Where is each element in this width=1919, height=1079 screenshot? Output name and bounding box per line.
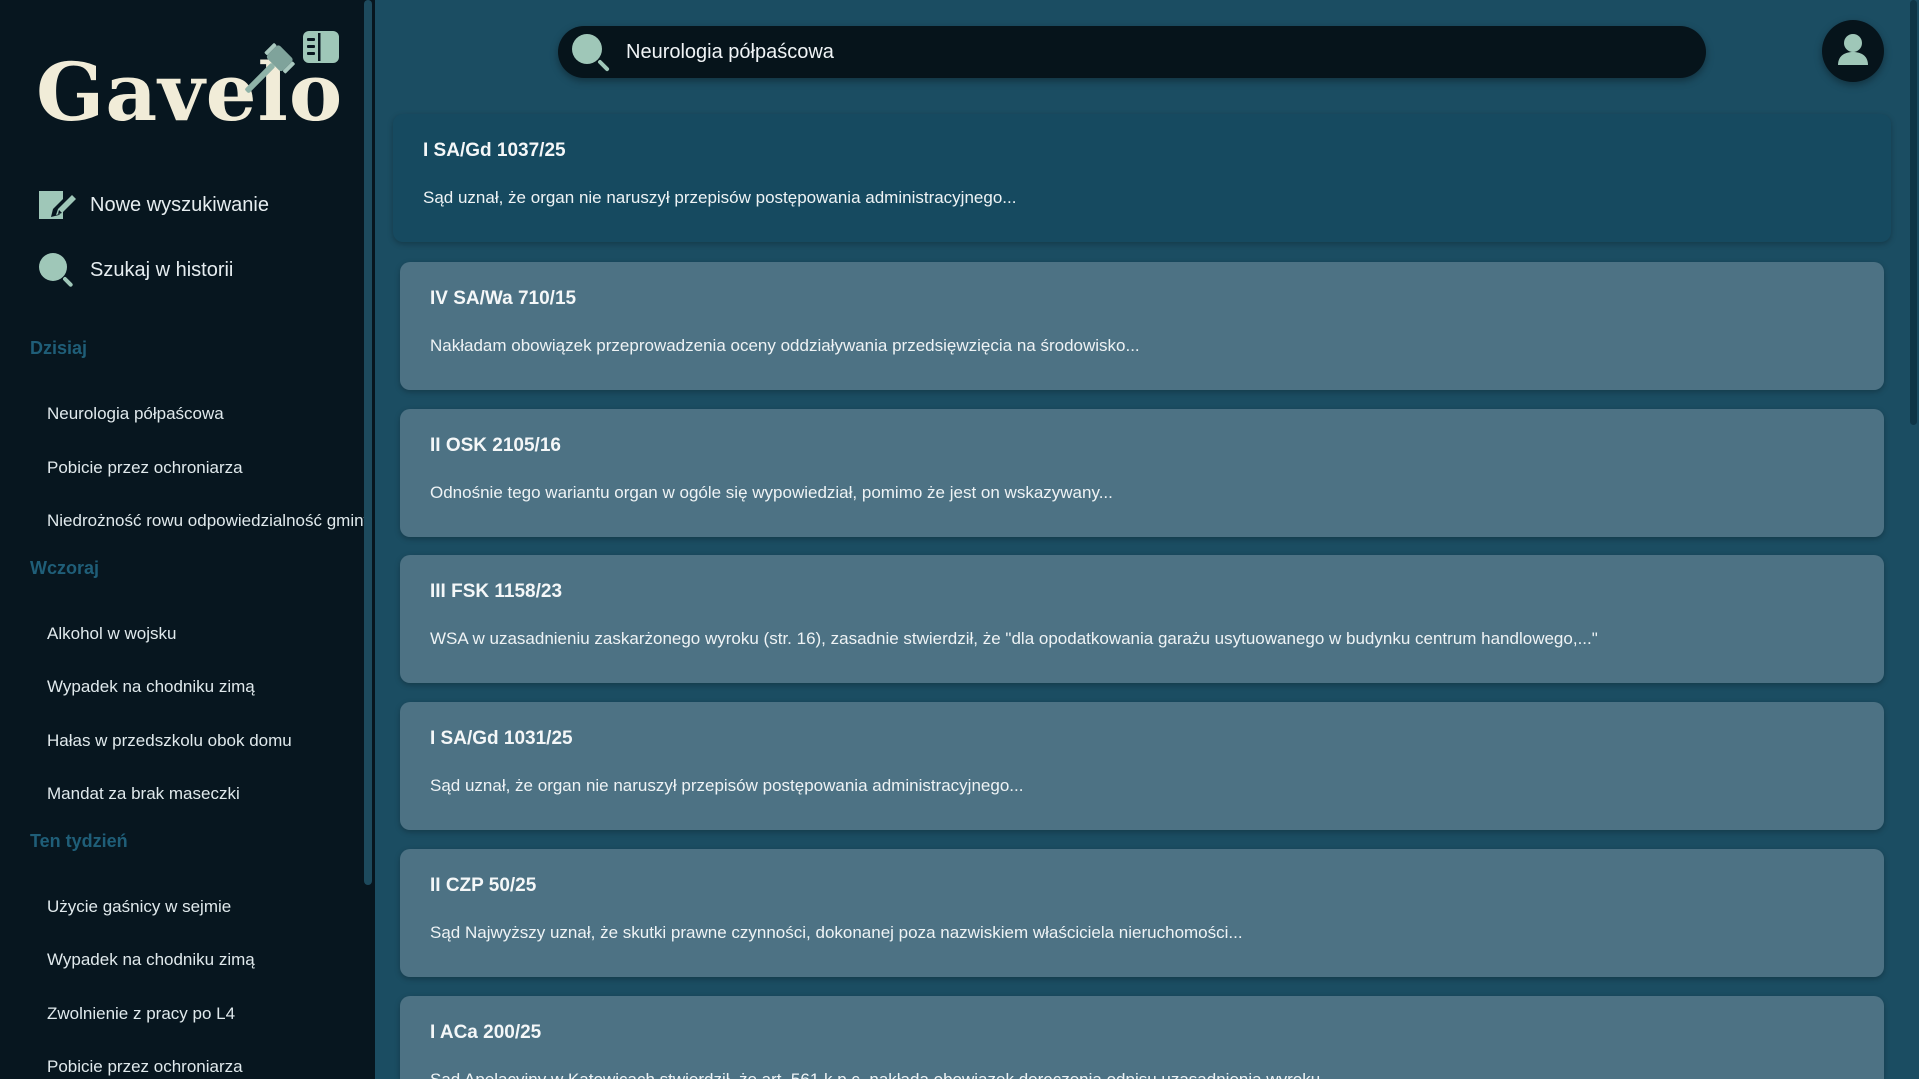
case-signature: I SA/Gd 1037/25 (423, 140, 566, 161)
history-item[interactable]: Użycie gaśnicy w sejmie (47, 897, 231, 917)
case-snippet: Nakładam obowiązek przeprowadzenia oceny… (430, 336, 1140, 355)
section-title-this-week: Ten tydzień (30, 831, 128, 851)
search-icon (572, 34, 610, 72)
case-signature: III FSK 1158/23 (430, 581, 563, 602)
result-card[interactable]: I ACa 200/25 Sąd Apelacyjny w Katowicach… (400, 996, 1884, 1079)
case-signature: II CZP 50/25 (430, 875, 537, 896)
gavel-icon (245, 43, 295, 93)
result-card[interactable]: II OSK 2105/16 Odnośnie tego wariantu or… (400, 409, 1884, 537)
history-item[interactable]: Wypadek na chodniku zimą (47, 677, 255, 697)
search-history-button[interactable]: Szukaj w historii (36, 250, 233, 290)
case-snippet: Sąd Apelacyjny w Katowicach stwierdził, … (430, 1070, 1854, 1079)
result-card[interactable]: III FSK 1158/23 WSA w uzasadnieniu zaska… (400, 555, 1884, 683)
history-item[interactable]: Hałas w przedszkolu obok domu (47, 731, 292, 751)
history-item[interactable]: Pobicie przez ochroniarza (47, 1057, 243, 1077)
user-avatar-button[interactable] (1822, 20, 1884, 82)
history-item[interactable]: Mandat za brak maseczki (47, 784, 240, 804)
user-icon (1838, 34, 1868, 65)
search-icon (39, 253, 73, 287)
search-input[interactable] (626, 40, 1706, 64)
search-history-label: Szukaj w historii (90, 258, 234, 281)
history-item[interactable]: Wypadek na chodniku zimą (47, 950, 255, 970)
result-card[interactable]: IV SA/Wa 710/15 Nakładam obowiązek przep… (400, 262, 1884, 390)
sidebar: Gavelo Nowe wyszukiwanie Szukaj w histor… (0, 0, 375, 1079)
case-snippet: Odnośnie tego wariantu organ w ogóle się… (430, 483, 1113, 502)
result-card[interactable]: I SA/Gd 1031/25 Sąd uznał, że organ nie … (400, 702, 1884, 830)
new-search-button[interactable]: Nowe wyszukiwanie (36, 185, 269, 225)
case-signature: II OSK 2105/16 (430, 435, 561, 456)
case-signature: I ACa 200/25 (430, 1022, 542, 1043)
sidebar-toggle-icon[interactable] (302, 30, 340, 64)
history-item[interactable]: Niedrożność rowu odpowiedzialność gminy (47, 511, 372, 531)
search-bar (558, 26, 1706, 78)
history-item[interactable]: Alkohol w wojsku (47, 624, 176, 644)
edit-note-icon (39, 191, 76, 219)
history-item[interactable]: Pobicie przez ochroniarza (47, 458, 243, 478)
section-title-today: Dzisiaj (30, 338, 88, 358)
result-card[interactable]: I SA/Gd 1037/25 Sąd uznał, że organ nie … (393, 114, 1891, 242)
new-search-label: Nowe wyszukiwanie (90, 193, 269, 216)
history-item[interactable]: Neurologia półpaścowa (47, 404, 224, 424)
case-snippet: Sąd Najwyższy uznał, że skutki prawne cz… (430, 923, 1243, 942)
case-signature: IV SA/Wa 710/15 (430, 288, 577, 309)
case-snippet: WSA w uzasadnieniu zaskarżonego wyroku (… (430, 629, 1598, 648)
main-scrollbar[interactable] (1910, 0, 1917, 425)
sidebar-scrollbar[interactable] (364, 0, 372, 885)
case-snippet: Sąd uznał, że organ nie naruszył przepis… (423, 188, 1017, 207)
history-item[interactable]: Zwolnienie z pracy po L4 (47, 1004, 235, 1024)
case-snippet: Sąd uznał, że organ nie naruszył przepis… (430, 776, 1024, 795)
result-card[interactable]: II CZP 50/25 Sąd Najwyższy uznał, że sku… (400, 849, 1884, 977)
case-signature: I SA/Gd 1031/25 (430, 728, 573, 749)
section-title-yesterday: Wczoraj (30, 558, 100, 578)
